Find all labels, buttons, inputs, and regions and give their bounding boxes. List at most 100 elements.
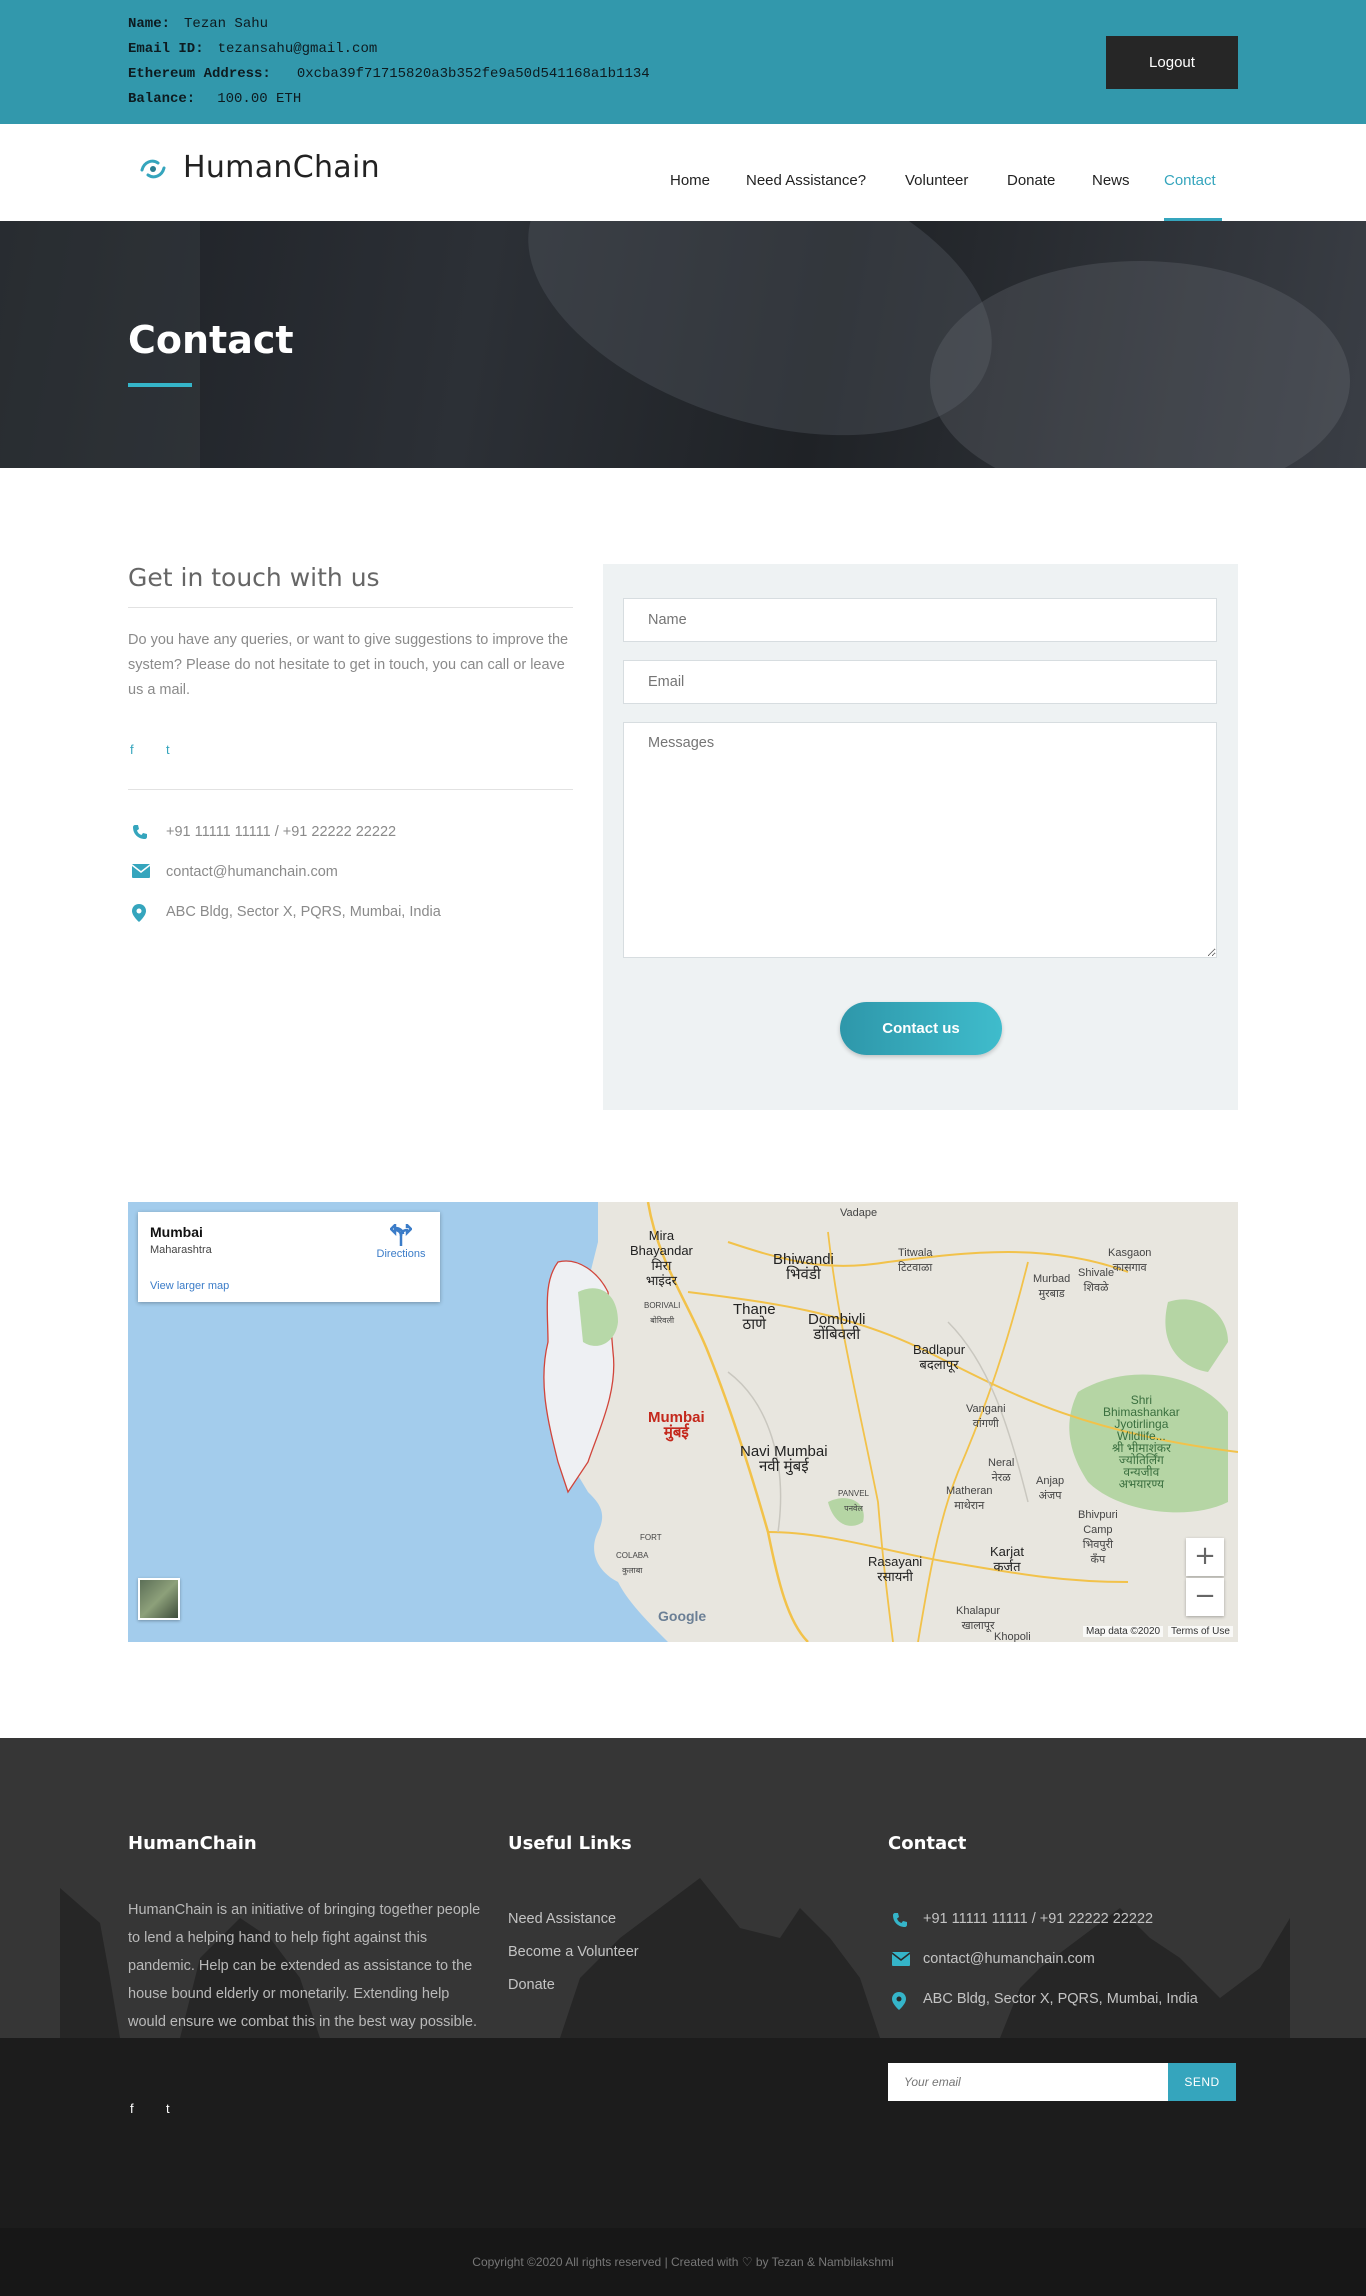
map-pin-icon xyxy=(132,904,146,922)
google-logo: Google xyxy=(658,1608,707,1624)
map-label: Titwala टिटवाळा xyxy=(898,1247,933,1274)
contact-form: Contact us xyxy=(603,564,1238,1110)
footer-address-text: ABC Bldg, Sector X, PQRS, Mumbai, India xyxy=(923,1991,1198,2007)
balance-value: 100.00 ETH xyxy=(217,91,302,107)
phone-icon xyxy=(893,1913,907,1927)
eth-address-label: Ethereum Address: xyxy=(128,66,271,82)
site-header: HumanChain Home Need Assistance? Volunte… xyxy=(0,124,1366,221)
phone-icon xyxy=(133,825,147,839)
contact-us-button[interactable]: Contact us xyxy=(840,1002,1002,1055)
twitter-icon[interactable]: t xyxy=(166,742,170,757)
map-label: Bhiwandi भिवंडी xyxy=(773,1251,834,1283)
name-input[interactable] xyxy=(623,598,1217,642)
facebook-icon[interactable]: f xyxy=(130,742,134,757)
directions-link[interactable]: Directions xyxy=(376,1224,426,1260)
site-footer: HumanChain HumanChain is an initiative o… xyxy=(0,1738,1366,2228)
account-bar: Name: Tezan Sahu Email ID: tezansahu@gmail… xyxy=(0,0,1366,124)
nav-news[interactable]: News xyxy=(1092,172,1130,189)
map-label: Badlapur बदलापूर xyxy=(913,1342,966,1372)
map-data-attribution: Map data ©2020 xyxy=(1083,1626,1164,1637)
embedded-map[interactable]: Mumbai Maharashtra Directions View large… xyxy=(128,1202,1238,1642)
footer-about-title: HumanChain xyxy=(128,1833,257,1854)
page-hero: Contact xyxy=(0,221,1366,468)
email-label: Email ID: xyxy=(128,41,204,57)
map-label: Bhivpuri Camp भिवपुरी कँप xyxy=(1078,1509,1118,1566)
map-label: Shivale शिवळे xyxy=(1078,1267,1115,1294)
copyright-authors: by Tezan & Nambilakshmi xyxy=(755,2255,894,2269)
heart-icon: ♡ xyxy=(741,2255,753,2269)
copyright-prefix: Copyright ©2020 All rights reserved | Cr… xyxy=(472,2255,739,2269)
account-info: Name: Tezan Sahu Email ID: tezansahu@gmail… xyxy=(128,14,650,114)
divider xyxy=(128,789,573,790)
directions-icon xyxy=(390,1224,412,1246)
map-label: Rasayani रसायनी xyxy=(868,1554,923,1584)
map-label: Navi Mumbai नवी मुंबई xyxy=(740,1443,828,1475)
eth-address-value: 0xcba39f71715820a3b352fe9a50d541168a1b11… xyxy=(296,66,650,82)
envelope-icon xyxy=(132,864,150,878)
view-larger-map-link[interactable]: View larger map xyxy=(150,1280,229,1292)
copyright-text: Copyright ©2020 All rights reserved | Cr… xyxy=(0,2255,1366,2269)
newsletter-email-input[interactable] xyxy=(888,2063,1168,2101)
footer-bottom-bar: Copyright ©2020 All rights reserved | Cr… xyxy=(0,2228,1366,2296)
name-value: Tezan Sahu xyxy=(184,16,269,32)
map-place-name: Mumbai xyxy=(150,1224,203,1240)
contact-heading: Get in touch with us xyxy=(128,563,380,592)
map-label: Murbad मुरबाड xyxy=(1033,1273,1071,1300)
facebook-icon[interactable]: f xyxy=(130,2101,134,2116)
nav-contact[interactable]: Contact xyxy=(1164,172,1216,189)
map-label-mumbai: Mumbai मुंबई xyxy=(648,1409,705,1441)
map-place-card: Mumbai Maharashtra Directions View large… xyxy=(138,1212,440,1302)
satellite-toggle[interactable] xyxy=(138,1578,180,1620)
map-label: BORIVALI बोरिवली xyxy=(644,1301,681,1325)
map-label: Mira Bhayandar मिरा भाइंदर xyxy=(630,1228,693,1288)
main-nav: Home Need Assistance? Volunteer Donate N… xyxy=(0,124,1366,221)
map-label: Vadape xyxy=(840,1207,878,1219)
title-underline xyxy=(128,383,192,387)
map-pin-icon xyxy=(892,1992,906,2010)
footer-about-text: HumanChain is an initiative of bringing … xyxy=(128,1902,481,2030)
message-textarea[interactable] xyxy=(623,722,1217,958)
directions-label: Directions xyxy=(376,1248,426,1260)
footer-email-text[interactable]: contact@humanchain.com xyxy=(923,1951,1095,1967)
map-place-region: Maharashtra xyxy=(150,1244,212,1256)
footer-link-volunteer[interactable]: Become a Volunteer xyxy=(508,1944,639,1960)
nav-need-assistance[interactable]: Need Assistance? xyxy=(746,172,866,189)
balance-label: Balance: xyxy=(128,91,196,107)
nav-donate[interactable]: Donate xyxy=(1007,172,1055,189)
map-label: COLABA कुलाबा xyxy=(616,1551,649,1575)
map-label: Karjat कर्जत xyxy=(990,1544,1024,1574)
envelope-icon xyxy=(892,1952,910,1966)
map-label: Khopoli xyxy=(994,1631,1031,1642)
nav-volunteer[interactable]: Volunteer xyxy=(905,172,968,189)
map-label: Thane ठाणे xyxy=(733,1301,776,1333)
email-input[interactable] xyxy=(623,660,1217,704)
divider xyxy=(128,607,573,608)
footer-phone-text: +91 11111 11111 / +91 22222 22222 xyxy=(923,1911,1154,1927)
map-label: Kasgaon कासगाव xyxy=(1108,1247,1152,1274)
map-label: Neral नेरळ xyxy=(988,1457,1015,1484)
map-label: Shri Bhimashankar Jyotirlinga Wildlife..… xyxy=(1103,1393,1180,1491)
name-label: Name: xyxy=(128,16,171,32)
contact-phone-text: +91 11111 11111 / +91 22222 22222 xyxy=(166,824,397,840)
logout-button[interactable]: Logout xyxy=(1106,36,1238,89)
nav-home[interactable]: Home xyxy=(670,172,710,189)
map-label: Vangani वांगणी xyxy=(966,1403,1006,1430)
footer-contact-title: Contact xyxy=(888,1833,967,1854)
contact-address-text: ABC Bldg, Sector X, PQRS, Mumbai, India xyxy=(166,904,441,920)
twitter-icon[interactable]: t xyxy=(166,2101,170,2116)
map-terms-link[interactable]: Terms of Use xyxy=(1168,1626,1233,1637)
footer-link-donate[interactable]: Donate xyxy=(508,1977,555,1993)
newsletter-send-button[interactable]: SEND xyxy=(1168,2063,1236,2101)
map-label: Anjap अंजप xyxy=(1036,1475,1065,1502)
map-label: Dombivli डोंबिवली xyxy=(808,1311,866,1343)
contact-email-text[interactable]: contact@humanchain.com xyxy=(166,864,338,880)
footer-link-need-assistance[interactable]: Need Assistance xyxy=(508,1911,616,1927)
zoom-in-button[interactable]: + xyxy=(1186,1538,1224,1576)
email-value: tezansahu@gmail.com xyxy=(217,41,378,57)
map-label: PANVEL पनवेल xyxy=(838,1489,869,1513)
hero-bg-shape xyxy=(930,261,1350,468)
contact-description: Do you have any queries, or want to give… xyxy=(128,632,569,698)
footer-links-title: Useful Links xyxy=(508,1833,632,1854)
map-label: FORT xyxy=(640,1533,662,1542)
zoom-out-button[interactable]: − xyxy=(1186,1578,1224,1616)
